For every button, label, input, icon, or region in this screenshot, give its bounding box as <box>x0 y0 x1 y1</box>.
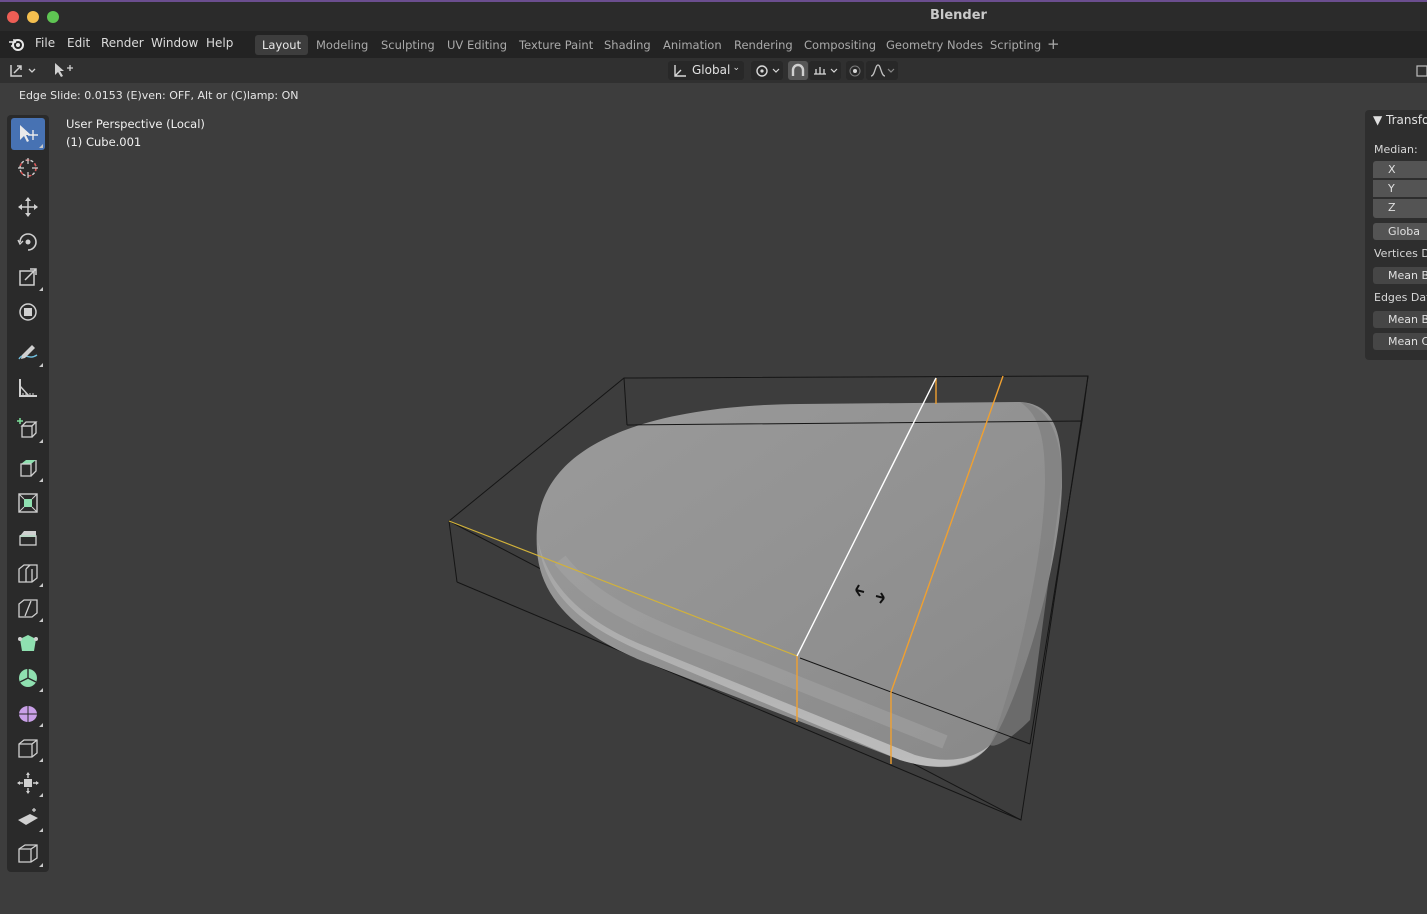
knife-tool[interactable] <box>11 592 45 624</box>
transform-icon <box>19 303 37 321</box>
viewport-perspective-label: User Perspective (Local) <box>66 117 205 131</box>
measure-tool[interactable] <box>11 372 45 404</box>
median-label: Median: <box>1374 143 1418 156</box>
smooth-icon <box>19 706 37 722</box>
inset-icon <box>18 493 38 513</box>
rounded-mesh-object <box>536 402 1062 768</box>
rotate-tool[interactable] <box>11 226 45 258</box>
tool-options-corner <box>39 723 43 727</box>
extrude-icon <box>20 460 37 477</box>
scale-icon <box>19 268 37 286</box>
edges-mean-crease-field[interactable]: Mean C <box>1373 333 1427 350</box>
tool-options-corner <box>39 793 43 797</box>
move-arrows-icon <box>18 197 38 217</box>
edge-slide-icon <box>18 739 38 758</box>
annotate-tool[interactable] <box>11 337 45 369</box>
tool-options-corner <box>39 144 43 148</box>
move-tool[interactable] <box>11 191 45 223</box>
loop-cut-tool[interactable] <box>11 557 45 589</box>
tool-shelf <box>7 115 49 872</box>
tool-options-corner <box>39 363 43 367</box>
vertices-data-label: Vertices D <box>1374 247 1427 260</box>
rip-region-icon <box>18 844 38 863</box>
pencil-icon <box>18 345 38 360</box>
edges-mean-bevel-field[interactable]: Mean B <box>1373 311 1427 328</box>
tool-options-corner <box>39 478 43 482</box>
smooth-tool[interactable] <box>11 697 45 729</box>
tool-options-corner <box>39 583 43 587</box>
operator-status-text: Edge Slide: 0.0153 (E)ven: OFF, Alt or (… <box>19 89 299 102</box>
select-box-tool[interactable] <box>11 118 45 150</box>
knife-icon <box>18 599 38 618</box>
shear-tool[interactable] <box>11 802 45 834</box>
cursor-tool[interactable] <box>11 152 45 184</box>
edges-data-label: Edges Data <box>1374 291 1427 304</box>
tool-options-corner <box>39 287 43 291</box>
poly-build-tool[interactable] <box>11 627 45 659</box>
select-cursor-icon <box>20 125 38 142</box>
tool-options-corner <box>39 863 43 867</box>
rotate-icon <box>17 233 37 251</box>
rip-region-tool[interactable] <box>11 837 45 869</box>
spin-icon <box>19 669 37 687</box>
ruler-icon <box>19 379 37 397</box>
inset-faces-tool[interactable] <box>11 487 45 519</box>
viewport-object-label: (1) Cube.001 <box>66 135 142 149</box>
median-z-field[interactable]: Z <box>1373 199 1427 218</box>
3d-cursor-icon <box>18 158 38 178</box>
bevel-icon <box>19 531 37 546</box>
shrink-fatten-icon <box>17 772 39 794</box>
transform-tool[interactable] <box>11 296 45 328</box>
poly-build-icon <box>18 635 38 651</box>
extrude-region-tool[interactable] <box>11 452 45 484</box>
spin-tool[interactable] <box>11 662 45 694</box>
tool-options-corner <box>39 758 43 762</box>
tool-options-corner <box>39 439 43 443</box>
shear-icon <box>18 808 38 825</box>
scale-tool[interactable] <box>11 261 45 293</box>
vertices-mean-bevel-field[interactable]: Mean B <box>1373 267 1427 284</box>
loop-cut-icon <box>18 564 38 583</box>
median-y-field[interactable]: Y <box>1373 180 1427 197</box>
bevel-tool[interactable] <box>11 522 45 554</box>
tool-options-corner <box>39 618 43 622</box>
tool-options-corner <box>39 688 43 692</box>
add-cube-tool[interactable] <box>11 413 45 445</box>
global-local-toggle[interactable]: Globa <box>1373 223 1427 240</box>
median-x-field[interactable]: X <box>1373 161 1427 178</box>
transform-panel-header[interactable]: ▼ Transfo <box>1373 113 1427 127</box>
shrink-fatten-tool[interactable] <box>11 767 45 799</box>
viewport-3d-canvas[interactable] <box>0 0 1427 914</box>
tool-options-corner <box>39 828 43 832</box>
sidebar-transform-panel: ▼ Transfo Median: X Y Z Globa Vertices D… <box>1365 110 1427 360</box>
edge-slide-tool[interactable] <box>11 732 45 764</box>
add-cube-icon <box>17 418 38 438</box>
